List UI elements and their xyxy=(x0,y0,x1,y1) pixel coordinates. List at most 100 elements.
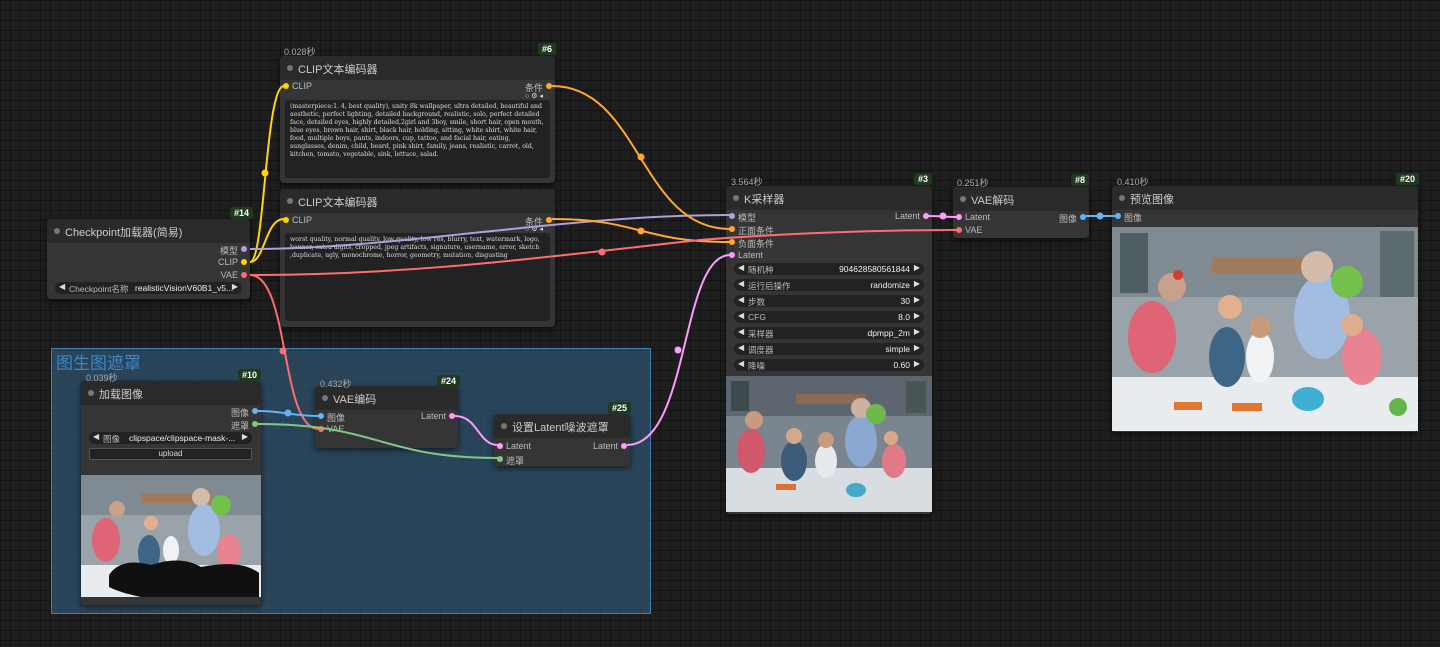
node-title: CLIP文本编码器 xyxy=(298,197,378,209)
latent-input-slot[interactable] xyxy=(956,214,962,220)
node-clip-text-encode-negative[interactable]: CLIP文本编码器 CLIP 条件 ○⚙◂ worst quality, nor… xyxy=(280,189,555,327)
negative-prompt-textarea[interactable]: worst quality, normal quality, low quali… xyxy=(285,233,550,321)
image-input-slot[interactable] xyxy=(1115,213,1121,219)
link-midpoint xyxy=(939,212,947,220)
arrow-right-icon[interactable]: ▶ xyxy=(232,282,238,291)
arrow-left-icon[interactable]: ◀ xyxy=(59,282,65,291)
arrow-right-icon[interactable]: ▶ xyxy=(914,311,920,320)
node-header[interactable]: K采样器 xyxy=(726,186,932,210)
node-header[interactable]: CLIP文本编码器 xyxy=(280,189,555,213)
node-set-latent-noise-mask[interactable]: 设置Latent噪波遮罩 Latent Latent 遮罩 xyxy=(494,414,630,466)
node-timing: 3.564秒 xyxy=(731,177,763,187)
node-header[interactable]: Checkpoint加载器(简易) xyxy=(47,219,250,243)
widget-label: CFG xyxy=(748,312,766,322)
image-output-slot[interactable] xyxy=(1080,214,1086,220)
upload-button[interactable]: upload xyxy=(89,448,252,460)
link-midpoint xyxy=(637,227,645,235)
arrow-left-icon[interactable]: ◀ xyxy=(738,279,744,288)
vae-input-slot[interactable] xyxy=(318,426,324,432)
latent-output-label: Latent xyxy=(592,441,618,451)
denoise-widget[interactable]: ◀ 降噪 0.60 ▶ xyxy=(734,359,924,371)
collapse-dot-icon[interactable] xyxy=(322,395,328,401)
negative-input-slot[interactable] xyxy=(729,239,735,245)
latent-output-slot[interactable] xyxy=(449,413,455,419)
text-widget-icons[interactable]: ○⚙◂ xyxy=(525,225,545,233)
node-vae-decode[interactable]: VAE解码 Latent 图像 VAE xyxy=(953,187,1089,238)
node-header[interactable]: 设置Latent噪波遮罩 xyxy=(494,414,630,438)
clip-input-slot[interactable] xyxy=(283,217,289,223)
collapse-dot-icon[interactable] xyxy=(501,423,507,429)
control-after-generate-widget[interactable]: ◀ 运行后操作 randomize ▶ xyxy=(734,279,924,291)
arrow-right-icon[interactable]: ▶ xyxy=(914,263,920,272)
vae-input-slot[interactable] xyxy=(956,227,962,233)
latent-input-slot[interactable] xyxy=(497,443,503,449)
image-select-widget[interactable]: ◀ 图像 clipspace/clipspace-mask-... ▶ xyxy=(89,432,252,444)
arrow-right-icon[interactable]: ▶ xyxy=(914,279,920,288)
clip-output-slot[interactable] xyxy=(241,259,247,265)
positive-prompt-textarea[interactable]: (masterpiece:1. 4, best quality), unity … xyxy=(285,100,550,178)
arrow-right-icon[interactable]: ▶ xyxy=(914,295,920,304)
collapse-dot-icon[interactable] xyxy=(733,195,739,201)
arrow-left-icon[interactable]: ◀ xyxy=(93,432,99,441)
node-header[interactable]: 加载图像 xyxy=(81,381,261,405)
node-title: VAE编码 xyxy=(333,394,377,406)
image-input-label: 图像 xyxy=(1124,213,1143,223)
node-clip-text-encode-positive[interactable]: CLIP文本编码器 CLIP 条件 ○⚙◂ (masterpiece:1. 4,… xyxy=(280,56,555,183)
collapse-dot-icon[interactable] xyxy=(960,196,966,202)
collapse-dot-icon[interactable] xyxy=(287,65,293,71)
link-midpoint xyxy=(1096,212,1104,220)
clip-input-slot[interactable] xyxy=(283,83,289,89)
node-load-image[interactable]: 加载图像 图像 遮罩 ◀ 图像 clipspace/clipspace-mask… xyxy=(81,381,261,605)
arrow-right-icon[interactable]: ▶ xyxy=(914,327,920,336)
sampler-widget[interactable]: ◀ 采样器 dpmpp_2m ▶ xyxy=(734,327,924,339)
cfg-widget[interactable]: ◀ CFG 8.0 ▶ xyxy=(734,311,924,323)
mask-input-slot[interactable] xyxy=(497,456,503,462)
arrow-left-icon[interactable]: ◀ xyxy=(738,311,744,320)
conditioning-output-slot[interactable] xyxy=(546,217,552,223)
node-timing: 0.432秒 xyxy=(320,379,352,389)
node-title: 预览图像 xyxy=(1130,194,1174,206)
widget-value: realisticVisionV60B1_v5... xyxy=(135,283,234,293)
widget-label: 降噪 xyxy=(748,361,766,371)
model-output-slot[interactable] xyxy=(241,246,247,252)
arrow-right-icon[interactable]: ▶ xyxy=(914,359,920,368)
text-widget-icons[interactable]: ○⚙◂ xyxy=(525,92,545,100)
clip-input-label: CLIP xyxy=(292,81,313,91)
node-preview-image[interactable]: 预览图像 图像 xyxy=(1112,186,1418,432)
latent-input-slot[interactable] xyxy=(729,252,735,258)
mask-output-slot[interactable] xyxy=(252,421,258,427)
image-input-slot[interactable] xyxy=(318,413,324,419)
node-header[interactable]: VAE解码 xyxy=(953,187,1089,211)
node-vae-encode[interactable]: VAE编码 图像 Latent VAE xyxy=(315,386,458,448)
arrow-right-icon[interactable]: ▶ xyxy=(914,343,920,352)
steps-widget[interactable]: ◀ 步数 30 ▶ xyxy=(734,295,924,307)
node-header[interactable]: 预览图像 xyxy=(1112,186,1418,210)
latent-output-slot[interactable] xyxy=(923,213,929,219)
collapse-dot-icon[interactable] xyxy=(287,198,293,204)
sampler-preview-image xyxy=(726,376,932,512)
collapse-dot-icon[interactable] xyxy=(88,390,94,396)
model-input-slot[interactable] xyxy=(729,213,735,219)
latent-output-slot[interactable] xyxy=(621,443,627,449)
seed-widget[interactable]: ◀ 随机种 904628580561844 ▶ xyxy=(734,263,924,275)
node-checkpoint-loader[interactable]: Checkpoint加载器(简易) 模型 CLIP VAE ◀ Checkpoi… xyxy=(47,219,250,299)
arrow-left-icon[interactable]: ◀ xyxy=(738,295,744,304)
node-ksampler[interactable]: K采样器 模型 Latent 正面条件 负面条件 Latent ◀ 随机种 9046… xyxy=(726,186,932,514)
arrow-left-icon[interactable]: ◀ xyxy=(738,327,744,336)
positive-input-slot[interactable] xyxy=(729,226,735,232)
collapse-dot-icon[interactable] xyxy=(54,228,60,234)
checkpoint-name-select[interactable]: ◀ Checkpoint名称 realisticVisionV60B1_v5..… xyxy=(55,282,242,294)
scheduler-widget[interactable]: ◀ 调度器 simple ▶ xyxy=(734,343,924,355)
arrow-left-icon[interactable]: ◀ xyxy=(738,343,744,352)
vae-output-slot[interactable] xyxy=(241,272,247,278)
node-title: Checkpoint加载器(简易) xyxy=(65,227,183,239)
arrow-right-icon[interactable]: ▶ xyxy=(242,432,248,441)
widget-label: 步数 xyxy=(748,297,766,307)
collapse-dot-icon[interactable] xyxy=(1119,195,1125,201)
image-output-slot[interactable] xyxy=(252,408,258,414)
widget-label: Checkpoint名称 xyxy=(69,284,129,294)
arrow-left-icon[interactable]: ◀ xyxy=(738,263,744,272)
node-header[interactable]: CLIP文本编码器 xyxy=(280,56,555,80)
arrow-left-icon[interactable]: ◀ xyxy=(738,359,744,368)
conditioning-output-slot[interactable] xyxy=(546,83,552,89)
